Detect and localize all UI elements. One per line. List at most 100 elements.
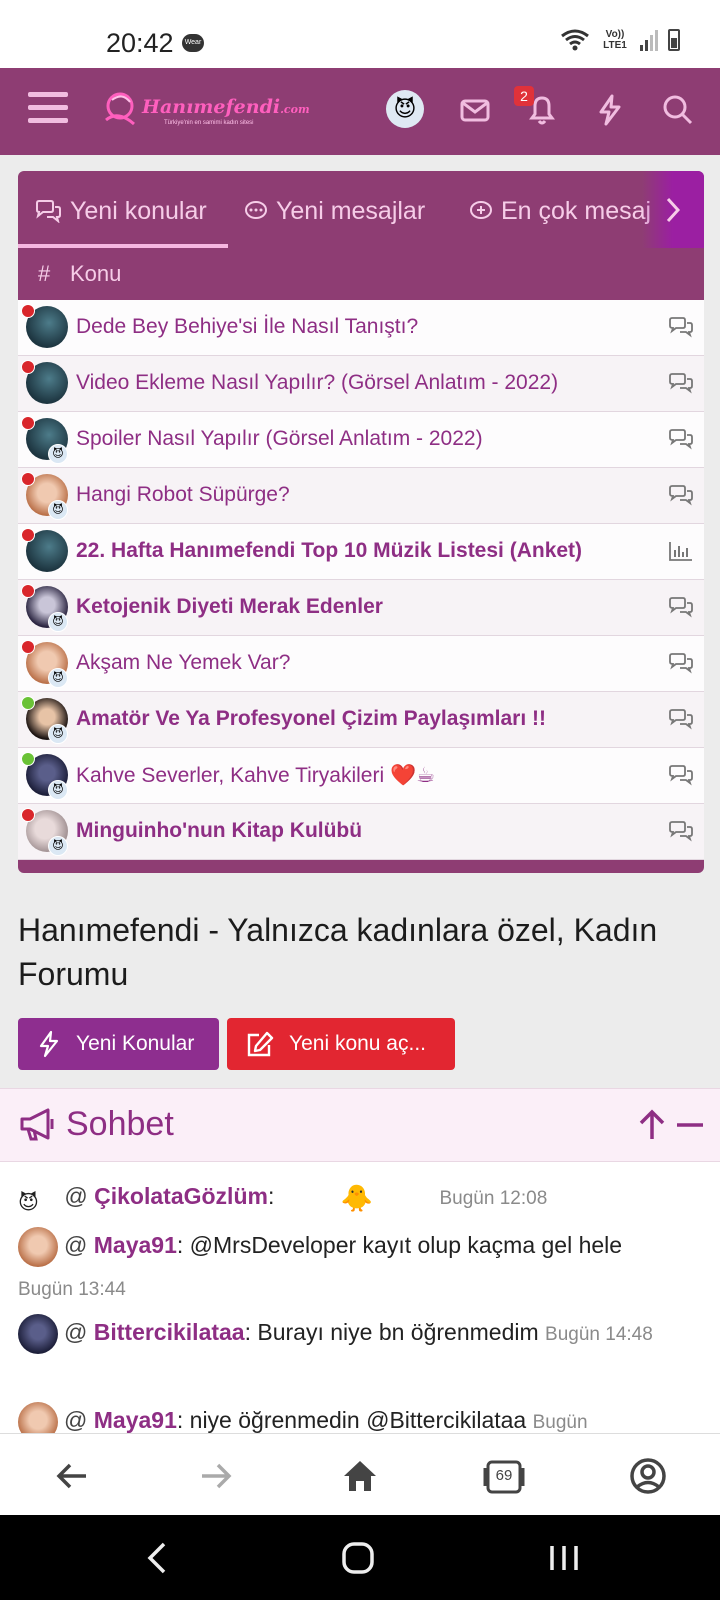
chat-username[interactable]: Maya91 xyxy=(94,1407,177,1433)
chat-text: : @MrsDeveloper kayıt olup kaçma gel hel… xyxy=(176,1232,623,1258)
nav-recents-icon[interactable] xyxy=(546,1540,582,1576)
browser-toolbar: 69 xyxy=(0,1433,720,1515)
topic-row[interactable]: 😈 Amatör Ve Ya Profesyonel Çizim Paylaşı… xyxy=(18,692,704,748)
wifi-icon xyxy=(561,29,589,51)
chat-message: @ Maya91: @MrsDeveloper kayıt olup kaçma… xyxy=(18,1225,708,1310)
button-label: Yeni Konular xyxy=(76,1032,195,1055)
page-title: Hanımefendi - Yalnızca kadınlara özel, K… xyxy=(18,912,658,992)
comments-icon xyxy=(669,373,693,394)
unread-dot xyxy=(21,808,35,822)
topic-title[interactable]: Spoiler Nasıl Yapılır (Görsel Anlatım - … xyxy=(76,427,483,451)
topic-title[interactable]: Dede Bey Behiye'si İle Nasıl Tanıştı? xyxy=(76,315,418,339)
topic-title[interactable]: Hangi Robot Süpürge? xyxy=(76,483,290,507)
topic-title[interactable]: Amatör Ve Ya Profesyonel Çizim Paylaşıml… xyxy=(76,707,546,731)
devil-avatar-icon: 😈 xyxy=(48,500,68,520)
comments-icon xyxy=(36,200,61,223)
comments-icon xyxy=(669,653,693,674)
wear-icon: Wear xyxy=(182,34,204,52)
megaphone-icon xyxy=(20,1108,54,1141)
topic-row[interactable]: 😈 Hangi Robot Süpürge? xyxy=(18,468,704,524)
signal-icon xyxy=(640,29,658,51)
tab-new-topics[interactable]: Yeni konular xyxy=(34,191,207,231)
avatar[interactable] xyxy=(18,1313,58,1354)
menu-icon[interactable] xyxy=(28,92,68,128)
devil-avatar-icon[interactable]: 😈 xyxy=(18,1183,58,1214)
status-time: 20:42 xyxy=(106,28,174,58)
devil-avatar-icon: 😈 xyxy=(48,780,68,800)
arrow-up-icon[interactable] xyxy=(636,1109,668,1141)
chat-text: : xyxy=(267,1183,275,1209)
topic-row[interactable]: 😈 Spoiler Nasıl Yapılır (Görsel Anlatım … xyxy=(18,412,704,468)
topic-title[interactable]: Kahve Severler, Kahve Tiryakileri ❤️☕ xyxy=(76,763,435,788)
tab-label: Yeni konular xyxy=(70,196,207,225)
status-bar: 20:42 Wear Vo)) LTE1 xyxy=(0,0,720,68)
forward-arrow-icon[interactable] xyxy=(194,1454,238,1498)
topic-title[interactable]: Ketojenik Diyeti Merak Edenler xyxy=(76,595,383,619)
chat-time: Bugün 13:44 xyxy=(18,1278,126,1300)
chat-username[interactable]: Maya91 xyxy=(94,1232,177,1258)
topic-row[interactable]: 😈 Kahve Severler, Kahve Tiryakileri ❤️☕ xyxy=(18,748,704,804)
tabs-scroll-right[interactable] xyxy=(642,171,704,248)
comments-icon xyxy=(669,429,693,450)
chevron-right-icon xyxy=(666,197,681,222)
devil-avatar-icon: 😈 xyxy=(48,612,68,632)
devil-avatar-icon: 😈 xyxy=(48,668,68,688)
topic-row[interactable]: 22. Hafta Hanımefendi Top 10 Müzik Liste… xyxy=(18,524,704,580)
topic-row[interactable]: Video Ekleme Nasıl Yapılır? (Görsel Anla… xyxy=(18,356,704,412)
lightning-icon[interactable] xyxy=(590,90,630,130)
battery-icon xyxy=(668,29,680,51)
comment-plus-icon xyxy=(470,201,492,219)
logo-mark-icon xyxy=(105,92,135,126)
unread-dot xyxy=(21,640,35,654)
mail-icon[interactable] xyxy=(455,90,495,130)
tab-most-messages[interactable]: En çok mesaj xyxy=(469,191,651,231)
online-dot xyxy=(21,752,35,766)
nav-home-icon[interactable] xyxy=(340,1540,376,1576)
topic-title[interactable]: Video Ekleme Nasıl Yapılır? (Görsel Anla… xyxy=(76,371,558,395)
topic-row[interactable]: 😈 Akşam Ne Yemek Var? xyxy=(18,636,704,692)
topic-title[interactable]: Minguinho'nun Kitap Kulübü xyxy=(76,819,362,843)
home-icon[interactable] xyxy=(338,1454,382,1498)
back-arrow-icon[interactable] xyxy=(50,1454,94,1498)
topic-row[interactable]: 😈 Minguinho'nun Kitap Kulübü xyxy=(18,804,704,860)
devil-avatar-icon: 😈 xyxy=(48,724,68,744)
unread-dot xyxy=(21,416,35,430)
comments-icon xyxy=(669,317,693,338)
button-label: Yeni konu aç... xyxy=(289,1032,426,1055)
new-thread-button[interactable]: Yeni konu aç... xyxy=(227,1018,455,1070)
mention-prefix: @ xyxy=(64,1319,94,1345)
account-icon[interactable] xyxy=(626,1454,670,1498)
mention-prefix: @ xyxy=(64,1407,94,1433)
tab-label: Yeni mesajlar xyxy=(276,196,426,225)
site-logo[interactable]: Hanımefendi.com Türkiye'nin en samimi ka… xyxy=(98,90,310,132)
chat-username[interactable]: ÇikolataGözlüm xyxy=(94,1183,268,1209)
chat-box: Sohbet 😈 @ ÇikolataGözlüm: 🐥 Bugün 12:08… xyxy=(0,1088,720,1442)
edit-icon xyxy=(247,1031,274,1057)
minimize-icon[interactable] xyxy=(676,1109,704,1141)
search-icon[interactable] xyxy=(658,90,698,130)
topic-title[interactable]: Akşam Ne Yemek Var? xyxy=(76,651,290,675)
topic-list: Dede Bey Behiye'si İle Nasıl Tanıştı? Vi… xyxy=(18,300,704,860)
topic-title[interactable]: 22. Hafta Hanımefendi Top 10 Müzik Liste… xyxy=(76,539,582,563)
avatar[interactable] xyxy=(18,1226,58,1267)
new-topics-button[interactable]: Yeni Konular xyxy=(18,1018,219,1070)
unread-dot xyxy=(21,472,35,486)
comments-icon xyxy=(669,709,693,730)
comment-dots-icon xyxy=(245,201,267,219)
chat-title: Sohbet xyxy=(66,1105,174,1143)
tab-new-messages[interactable]: Yeni mesajlar xyxy=(244,191,425,231)
nav-back-icon[interactable] xyxy=(142,1540,172,1576)
chat-time: Bugün 14:48 xyxy=(545,1324,653,1345)
chat-username[interactable]: Bittercikilataa xyxy=(94,1319,245,1345)
mention-prefix: @ xyxy=(64,1232,94,1258)
user-avatar[interactable]: 😈 xyxy=(386,90,424,128)
chat-time: Bugün 12:08 xyxy=(439,1188,548,1209)
mention-prefix: @ xyxy=(64,1183,95,1209)
topic-row[interactable]: Dede Bey Behiye'si İle Nasıl Tanıştı? xyxy=(18,300,704,356)
logo-text: Hanımefendi.com xyxy=(142,96,310,118)
comments-icon xyxy=(669,821,693,842)
tabs-button[interactable]: 69 xyxy=(482,1454,526,1498)
topic-row[interactable]: 😈 Ketojenik Diyeti Merak Edenler xyxy=(18,580,704,636)
devil-avatar-icon: 😈 xyxy=(48,836,68,856)
chat-message: @ Bittercikilataa: Burayı niye bn öğrenm… xyxy=(18,1312,708,1355)
